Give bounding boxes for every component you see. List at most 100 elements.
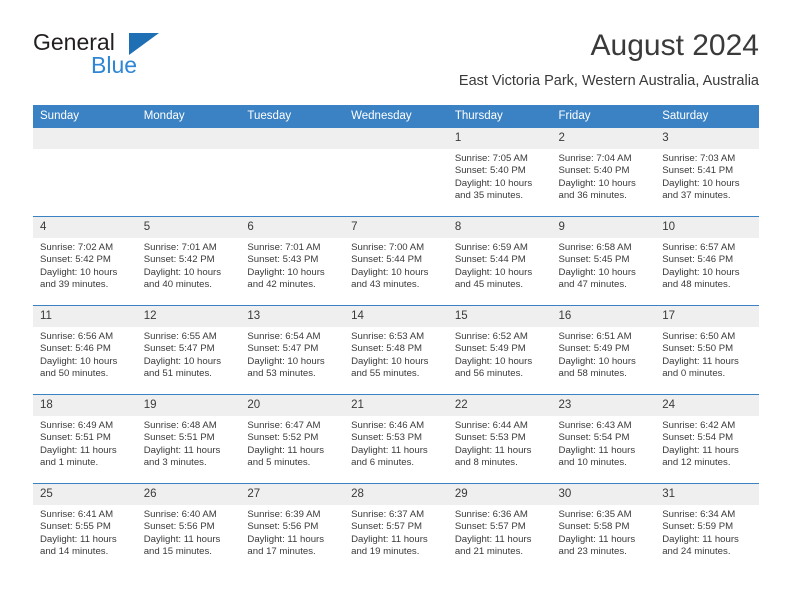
calendar-day-cell[interactable]: 9 Sunrise: 6:58 AM Sunset: 5:45 PM Daylight…	[551, 216, 656, 306]
day-number: 17	[655, 306, 759, 327]
calendar-day-cell[interactable]: 18 Sunrise: 6:49 AM Sunset: 5:51 PM Dayligh…	[33, 394, 137, 484]
calendar-day-cell-empty	[33, 127, 137, 217]
day-number: 21	[344, 395, 448, 416]
day-number: 13	[240, 306, 345, 327]
daylight-text-line1: Daylight: 10 hours	[247, 266, 325, 278]
day-info: Sunrise: 6:59 AM Sunset: 5:44 PM Daylight:…	[448, 238, 552, 291]
calendar-day-cell[interactable]: 10 Sunrise: 6:57 AM Sunset: 5:46 PM Dayligh…	[655, 216, 759, 306]
calendar-day-cell[interactable]: 7 Sunrise: 7:00 AM Sunset: 5:44 PM Daylight…	[344, 216, 448, 306]
calendar-day-cell[interactable]: 5 Sunrise: 7:01 AM Sunset: 5:42 PM Daylight…	[136, 216, 241, 306]
sunrise-text: Sunrise: 6:48 AM	[143, 420, 217, 431]
daylight-text-line1: Daylight: 11 hours	[662, 533, 739, 545]
calendar-day-cell[interactable]: 19 Sunrise: 6:48 AM Sunset: 5:51 PM Dayligh…	[136, 394, 241, 484]
day-info: Sunrise: 6:55 AM Sunset: 5:47 PM Daylight:…	[137, 327, 241, 380]
calendar-day-cell[interactable]: 21 Sunrise: 6:46 AM Sunset: 5:53 PM Dayligh…	[344, 394, 448, 484]
calendar-day-cell[interactable]: 15 Sunrise: 6:52 AM Sunset: 5:49 PM Dayligh…	[447, 305, 552, 395]
calendar-day-cell[interactable]: 28 Sunrise: 6:37 AM Sunset: 5:57 PM Dayligh…	[344, 483, 448, 573]
calendar-day-cell[interactable]: 20 Sunrise: 6:47 AM Sunset: 5:52 PM Dayligh…	[240, 394, 345, 484]
day-number: 7	[344, 217, 448, 238]
title-block: August 2024 East Victoria Park, Western …	[459, 28, 759, 91]
day-number: 29	[447, 484, 552, 505]
weekday-header-sunday: Sunday	[33, 105, 137, 128]
sunrise-text: Sunrise: 6:39 AM	[247, 509, 321, 520]
calendar-day-cell[interactable]: 6 Sunrise: 7:01 AM Sunset: 5:43 PM Daylight…	[240, 216, 345, 306]
daylight-text-line1: Daylight: 11 hours	[662, 444, 739, 456]
daylight-text-line2: and 55 minutes.	[351, 367, 420, 379]
day-info: Sunrise: 7:03 AM Sunset: 5:41 PM Daylight:…	[655, 149, 759, 202]
daylight-text-line1: Daylight: 11 hours	[558, 444, 636, 456]
calendar-day-cell[interactable]: 8 Sunrise: 6:59 AM Sunset: 5:44 PM Daylight…	[447, 216, 552, 306]
day-info: Sunrise: 7:01 AM Sunset: 5:43 PM Daylight:…	[240, 238, 344, 291]
sunset-text: Sunset: 5:54 PM	[558, 432, 630, 444]
day-info: Sunrise: 6:35 AM Sunset: 5:58 PM Daylight:…	[552, 505, 656, 558]
sunset-text: Sunset: 5:54 PM	[662, 432, 734, 444]
calendar-day-cell[interactable]: 27 Sunrise: 6:39 AM Sunset: 5:56 PM Dayligh…	[240, 483, 345, 573]
calendar-day-cell[interactable]: 22 Sunrise: 6:44 AM Sunset: 5:53 PM Dayligh…	[447, 394, 552, 484]
sunset-text: Sunset: 5:52 PM	[247, 432, 319, 444]
day-info: Sunrise: 6:48 AM Sunset: 5:51 PM Daylight:…	[137, 416, 241, 469]
daylight-text-line2: and 21 minutes.	[454, 545, 524, 557]
day-number: 1	[447, 128, 552, 149]
calendar-day-cell[interactable]: 24 Sunrise: 6:42 AM Sunset: 5:54 PM Dayligh…	[655, 394, 759, 484]
day-info: Sunrise: 6:53 AM Sunset: 5:48 PM Daylight:…	[344, 327, 448, 380]
day-number: 8	[447, 217, 552, 238]
calendar-day-cell[interactable]: 1 Sunrise: 7:05 AM Sunset: 5:40 PM Daylight…	[447, 127, 552, 217]
day-info: Sunrise: 6:42 AM Sunset: 5:54 PM Daylight:…	[655, 416, 759, 469]
daylight-text-line2: and 51 minutes.	[143, 367, 212, 379]
sunset-text: Sunset: 5:41 PM	[662, 165, 734, 177]
calendar-day-cell[interactable]: 12 Sunrise: 6:55 AM Sunset: 5:47 PM Dayligh…	[136, 305, 241, 395]
calendar-day-cell-empty	[240, 127, 345, 217]
calendar-day-cell[interactable]: 29 Sunrise: 6:36 AM Sunset: 5:57 PM Dayligh…	[447, 483, 552, 573]
sunrise-text: Sunrise: 6:40 AM	[143, 509, 217, 520]
day-info: Sunrise: 6:54 AM Sunset: 5:47 PM Daylight:…	[240, 327, 344, 380]
daylight-text-line1: Daylight: 10 hours	[454, 355, 533, 367]
calendar-day-cell[interactable]: 4 Sunrise: 7:02 AM Sunset: 5:42 PM Daylight…	[33, 216, 137, 306]
day-number: 15	[447, 306, 552, 327]
calendar-day-cell[interactable]: 11 Sunrise: 6:56 AM Sunset: 5:46 PM Dayligh…	[33, 305, 137, 395]
calendar-day-cell[interactable]: 14 Sunrise: 6:53 AM Sunset: 5:48 PM Dayligh…	[344, 305, 448, 395]
calendar-day-cell[interactable]: 3 Sunrise: 7:03 AM Sunset: 5:41 PM Daylight…	[655, 127, 759, 217]
calendar-day-cell[interactable]: 23 Sunrise: 6:43 AM Sunset: 5:54 PM Dayligh…	[551, 394, 656, 484]
daylight-text-line1: Daylight: 10 hours	[454, 266, 533, 278]
daylight-text-line1: Daylight: 11 hours	[351, 533, 428, 545]
calendar-day-cell[interactable]: 2 Sunrise: 7:04 AM Sunset: 5:40 PM Daylight…	[551, 127, 656, 217]
calendar-table: Sunday Monday Tuesday Wednesday Thursday…	[33, 105, 759, 573]
calendar-day-cell[interactable]: 30 Sunrise: 6:35 AM Sunset: 5:58 PM Dayligh…	[551, 483, 656, 573]
day-info: Sunrise: 6:41 AM Sunset: 5:55 PM Daylight:…	[33, 505, 137, 558]
day-number: 10	[655, 217, 759, 238]
daylight-text-line1: Daylight: 10 hours	[351, 266, 429, 278]
sunrise-text: Sunrise: 6:51 AM	[558, 331, 632, 342]
general-blue-logo[interactable]: General Blue	[33, 30, 263, 86]
sunset-text: Sunset: 5:56 PM	[247, 521, 319, 533]
day-info: Sunrise: 6:52 AM Sunset: 5:49 PM Daylight:…	[448, 327, 552, 380]
daylight-text-line1: Daylight: 10 hours	[40, 355, 118, 367]
sunset-text: Sunset: 5:43 PM	[247, 254, 319, 266]
calendar-day-cell[interactable]: 13 Sunrise: 6:54 AM Sunset: 5:47 PM Dayligh…	[240, 305, 345, 395]
day-number	[240, 128, 345, 149]
daylight-text-line2: and 14 minutes.	[40, 545, 109, 557]
calendar-day-cell[interactable]: 17 Sunrise: 6:50 AM Sunset: 5:50 PM Dayligh…	[655, 305, 759, 395]
day-number: 20	[240, 395, 345, 416]
sunrise-text: Sunrise: 7:04 AM	[558, 153, 632, 164]
calendar-day-cell[interactable]: 26 Sunrise: 6:40 AM Sunset: 5:56 PM Dayligh…	[136, 483, 241, 573]
daylight-text-line1: Daylight: 10 hours	[454, 177, 533, 189]
sunset-text: Sunset: 5:40 PM	[454, 165, 526, 177]
sunset-text: Sunset: 5:53 PM	[454, 432, 526, 444]
calendar-week-row: 1 Sunrise: 7:05 AM Sunset: 5:40 PM Daylight…	[33, 127, 759, 217]
page-subtitle: East Victoria Park, Western Australia, A…	[458, 73, 759, 89]
daylight-text-line1: Daylight: 10 hours	[558, 266, 636, 278]
sunset-text: Sunset: 5:42 PM	[143, 254, 215, 266]
sunrise-text: Sunrise: 7:05 AM	[454, 153, 528, 164]
sunrise-text: Sunrise: 6:47 AM	[247, 420, 321, 431]
weekday-header-monday: Monday	[136, 105, 241, 128]
daylight-text-line2: and 39 minutes.	[40, 278, 109, 290]
sunset-text: Sunset: 5:57 PM	[454, 521, 526, 533]
day-number	[136, 128, 241, 149]
calendar-day-cell[interactable]: 16 Sunrise: 6:51 AM Sunset: 5:49 PM Dayligh…	[551, 305, 656, 395]
daylight-text-line1: Daylight: 11 hours	[247, 533, 325, 545]
sunset-text: Sunset: 5:47 PM	[143, 343, 215, 355]
sunrise-text: Sunrise: 6:49 AM	[40, 420, 114, 431]
daylight-text-line1: Daylight: 11 hours	[247, 444, 325, 456]
calendar-day-cell[interactable]: 31 Sunrise: 6:34 AM Sunset: 5:59 PM Dayligh…	[655, 483, 759, 573]
calendar-day-cell[interactable]: 25 Sunrise: 6:41 AM Sunset: 5:55 PM Dayligh…	[33, 483, 137, 573]
